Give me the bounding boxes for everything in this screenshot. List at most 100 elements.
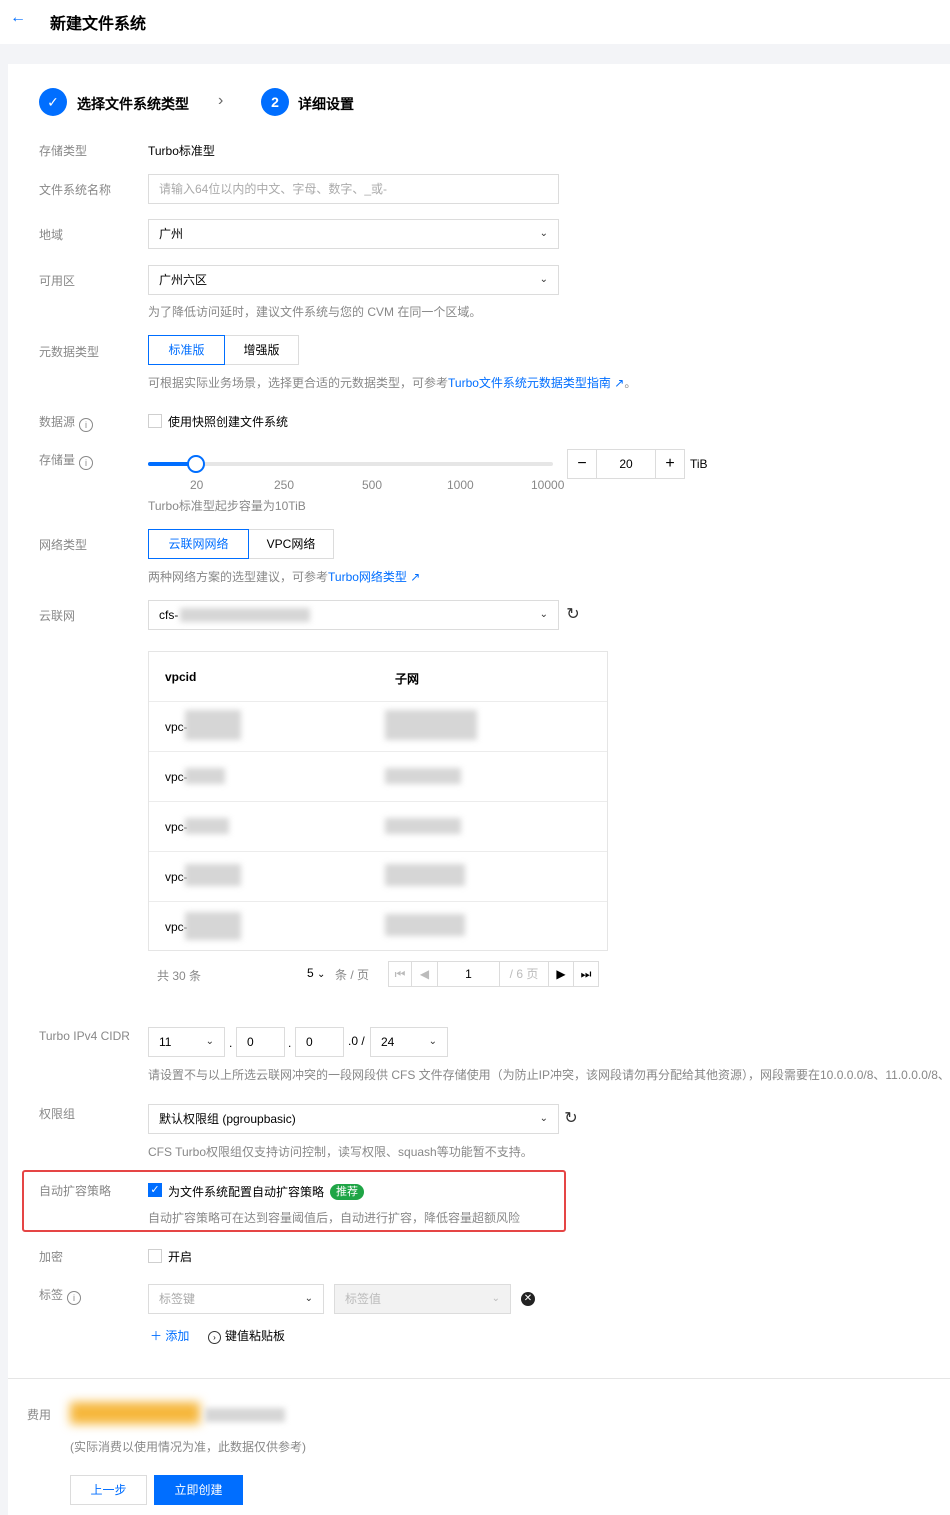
step-2-label: 详细设置 bbox=[298, 96, 354, 112]
capacity-input[interactable]: 20 bbox=[596, 449, 656, 479]
storage-type-value: Turbo标准型 bbox=[148, 144, 215, 158]
redacted-subnet bbox=[385, 768, 461, 784]
table-row[interactable]: vpc- bbox=[149, 801, 607, 852]
circle-chevron-icon: › bbox=[208, 1331, 221, 1344]
region-label: 地域 bbox=[39, 228, 64, 242]
capacity-slider-track[interactable] bbox=[148, 462, 553, 466]
info-icon: i bbox=[79, 418, 94, 432]
vpc-table: vpcid 子网 vpc- vpc- vpc- vpc- vpc- bbox=[148, 651, 608, 951]
zone-select[interactable]: 广州六区 ⌄ bbox=[148, 265, 559, 295]
refresh-icon[interactable]: ↻ bbox=[560, 1108, 582, 1130]
prev-step-button[interactable]: 上一步 bbox=[70, 1475, 147, 1505]
table-row[interactable]: vpc- bbox=[149, 851, 607, 902]
redacted-vpcid bbox=[185, 864, 241, 886]
chevron-down-icon: ⌄ bbox=[539, 1113, 548, 1124]
auto-scale-hint: 自动扩容策略可在达到容量阈值后，自动进行扩容，降低容量超额风险 bbox=[148, 1211, 521, 1225]
permission-select[interactable]: 默认权限组 (pgroupbasic) ⌄ bbox=[148, 1104, 559, 1134]
arrow-left-icon[interactable]: ← bbox=[8, 8, 28, 28]
info-icon: i bbox=[67, 1291, 82, 1305]
page-size-unit: 条 / 页 bbox=[335, 968, 370, 982]
capacity-slider-handle[interactable] bbox=[187, 455, 205, 473]
external-link-icon: ↗ bbox=[610, 376, 625, 390]
cidr-octet3-input[interactable]: 0 bbox=[295, 1027, 344, 1057]
cidr-dot: . bbox=[229, 1036, 233, 1050]
redacted-ccn-id bbox=[180, 608, 310, 622]
auto-scale-checkbox[interactable]: ✓ bbox=[148, 1183, 162, 1197]
page-size-select[interactable]: 5 ⌄ bbox=[307, 966, 325, 980]
cidr-mask-select[interactable]: 24 ⌄ bbox=[370, 1027, 448, 1057]
metadata-standard-option[interactable]: 标准版 bbox=[148, 335, 225, 365]
next-page-icon[interactable]: ▶ bbox=[548, 961, 574, 987]
last-page-icon[interactable]: ⏭ bbox=[573, 961, 599, 987]
page-number-input[interactable]: 1 bbox=[437, 961, 500, 987]
close-icon[interactable]: ✕ bbox=[521, 1292, 535, 1306]
metadata-enhanced-option[interactable]: 增强版 bbox=[224, 335, 299, 365]
zone-value: 广州六区 bbox=[159, 273, 208, 287]
first-page-icon[interactable]: ⏮ bbox=[388, 961, 412, 987]
page-title: 新建文件系统 bbox=[50, 16, 147, 33]
tag-key-select[interactable]: 标签键 ⌄ bbox=[148, 1284, 324, 1314]
network-ccn-option[interactable]: 云联网网络 bbox=[148, 529, 249, 559]
encrypt-label: 加密 bbox=[39, 1250, 64, 1264]
metadata-hint: 可根据实际业务场景，选择更合适的元数据类型，可参考Turbo文件系统元数据类型指… bbox=[148, 376, 637, 390]
redacted-subnet bbox=[385, 818, 461, 834]
redacted-fee-value bbox=[70, 1402, 200, 1424]
external-link-icon: ↗ bbox=[406, 570, 421, 584]
tag-value-select[interactable]: 标签值 ⌄ bbox=[334, 1284, 511, 1314]
fee-label: 费用 bbox=[27, 1408, 52, 1422]
network-type-label: 网络类型 bbox=[39, 538, 88, 552]
redacted-vpcid bbox=[185, 912, 241, 940]
chevron-down-icon: ⌄ bbox=[539, 274, 548, 285]
step-done-check-icon: ✓ bbox=[39, 88, 67, 116]
paste-tags-button[interactable]: › 键值粘贴板 bbox=[208, 1327, 285, 1344]
region-select[interactable]: 广州 ⌄ bbox=[148, 219, 559, 249]
network-vpc-option[interactable]: VPC网络 bbox=[248, 529, 334, 559]
cidr-dot: . bbox=[288, 1036, 292, 1050]
network-type-link[interactable]: Turbo网络类型 bbox=[328, 570, 407, 584]
redacted-fee-unit bbox=[205, 1408, 285, 1422]
permission-label: 权限组 bbox=[39, 1107, 76, 1121]
capacity-increase-button[interactable]: + bbox=[655, 449, 685, 479]
cidr-octet2-input[interactable]: 0 bbox=[236, 1027, 285, 1057]
table-row[interactable]: vpc- bbox=[149, 701, 607, 752]
add-tag-button[interactable]: ＋ 添加 bbox=[150, 1327, 189, 1344]
fee-note: (实际消费以使用情况为准，此数据仅供参考) bbox=[70, 1440, 306, 1454]
capacity-decrease-button[interactable]: − bbox=[567, 449, 597, 479]
redacted-vpcid bbox=[185, 710, 241, 740]
refresh-icon[interactable]: ↻ bbox=[562, 604, 584, 626]
region-value: 广州 bbox=[159, 227, 184, 241]
redacted-vpcid bbox=[185, 768, 225, 784]
footer-divider bbox=[8, 1378, 950, 1379]
snapshot-checkbox[interactable] bbox=[148, 414, 162, 428]
metadata-guide-link[interactable]: Turbo文件系统元数据类型指南 bbox=[448, 376, 611, 390]
capacity-hint: Turbo标准型起步容量为10TiB bbox=[148, 499, 306, 513]
chevron-down-icon: ⌄ bbox=[304, 1293, 313, 1304]
encrypt-checkbox[interactable] bbox=[148, 1249, 162, 1263]
auto-scale-checkbox-label: 为文件系统配置自动扩容策略 推荐 bbox=[168, 1183, 365, 1200]
metadata-label: 元数据类型 bbox=[39, 345, 100, 359]
slider-tick: 250 bbox=[274, 478, 295, 492]
chevron-down-icon: ⌄ bbox=[491, 1293, 500, 1304]
table-row[interactable]: vpc- bbox=[149, 751, 607, 802]
cidr-octet1-select[interactable]: 11 ⌄ bbox=[148, 1027, 225, 1057]
table-header-subnet: 子网 bbox=[395, 672, 420, 686]
zone-label: 可用区 bbox=[39, 274, 76, 288]
chevron-down-icon: ⌄ bbox=[205, 1036, 214, 1047]
chevron-down-icon: ⌄ bbox=[539, 609, 548, 620]
redacted-subnet bbox=[385, 864, 465, 886]
prev-page-icon[interactable]: ◀ bbox=[411, 961, 438, 987]
create-button[interactable]: 立即创建 bbox=[154, 1475, 243, 1505]
cidr-hint: 请设置不与以上所选云联网冲突的一段网段供 CFS 文件存储使用（为防止IP冲突，… bbox=[148, 1068, 950, 1082]
slider-tick: 20 bbox=[190, 478, 204, 492]
redacted-subnet bbox=[385, 914, 465, 936]
fs-name-input[interactable]: 请输入64位以内的中文、字母、数字、_或- bbox=[148, 174, 559, 204]
slider-tick: 500 bbox=[362, 478, 383, 492]
fs-name-label: 文件系统名称 bbox=[39, 183, 112, 197]
chevron-down-icon: ⌄ bbox=[428, 1036, 437, 1047]
permission-hint: CFS Turbo权限组仅支持访问控制，读写权限、squash等功能暂不支持。 bbox=[148, 1145, 533, 1159]
auto-scale-label: 自动扩容策略 bbox=[39, 1184, 112, 1198]
pagination-total: 共 30 条 bbox=[157, 969, 202, 983]
storage-type-label: 存储类型 bbox=[39, 144, 88, 158]
table-row[interactable]: vpc- bbox=[149, 901, 607, 952]
datasource-label: 数据源 i bbox=[39, 413, 94, 432]
